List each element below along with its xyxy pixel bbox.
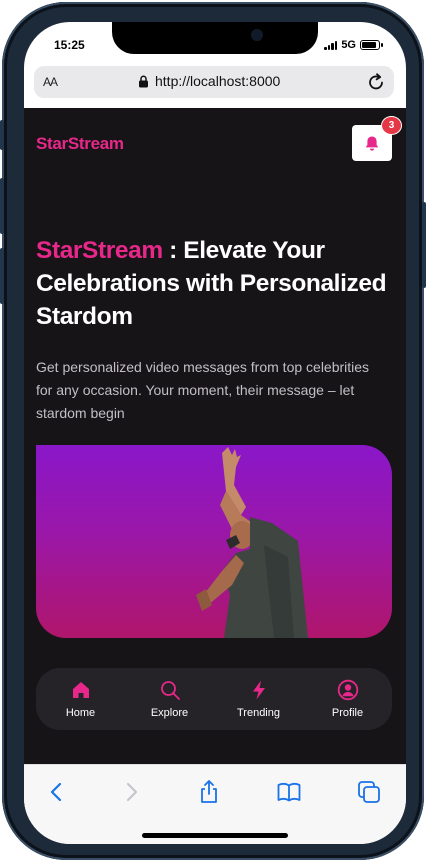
- headline-brand: StarStream: [36, 237, 163, 264]
- search-icon: [160, 681, 180, 700]
- nav-label-trending: Trending: [236, 707, 280, 719]
- web-content: StarStream 3 StarStream : Elevate Your C…: [24, 108, 406, 764]
- tabs-icon[interactable]: [356, 779, 382, 805]
- back-icon[interactable]: [44, 779, 70, 805]
- notification-badge: 3: [381, 116, 402, 135]
- hero-description: Get personalized video messages from top…: [36, 359, 370, 421]
- signal-icon: [324, 40, 338, 50]
- camera: [251, 29, 263, 41]
- address-bar[interactable]: AA http://localhost:8000: [34, 66, 394, 98]
- nav-item-explore[interactable]: Explore: [130, 679, 210, 719]
- lightning-icon: [252, 680, 265, 700]
- url-display[interactable]: http://localhost:8000: [138, 73, 280, 89]
- bell-icon: [365, 136, 379, 151]
- screen: 15:25 5G AA http://localhost:8000 StarSt…: [24, 22, 406, 844]
- hero-image: [36, 445, 392, 638]
- nav-item-home[interactable]: Home: [41, 679, 121, 719]
- url-text: http://localhost:8000: [155, 73, 281, 89]
- browser-toolbar: [24, 764, 406, 844]
- phone-frame: 15:25 5G AA http://localhost:8000 StarSt…: [0, 2, 426, 860]
- notch: [112, 22, 318, 54]
- volume-down-button: [0, 248, 4, 304]
- forward-icon[interactable]: [118, 779, 144, 805]
- nav-label-explore: Explore: [150, 707, 189, 719]
- text-size-button[interactable]: AA: [43, 74, 58, 89]
- status-indicators: 5G: [324, 39, 383, 51]
- lock-icon: [139, 75, 148, 87]
- nav-label-home: Home: [65, 707, 96, 719]
- bookmarks-icon[interactable]: [276, 779, 302, 805]
- battery-icon: [360, 40, 383, 50]
- text-size-label: AA: [43, 75, 58, 89]
- power-button: [422, 202, 426, 288]
- brand-logo[interactable]: StarStream: [36, 134, 124, 154]
- network-type: 5G: [341, 39, 356, 51]
- user-circle-icon: [337, 679, 358, 701]
- celebrity-performer-image: [196, 447, 308, 638]
- home-icon: [72, 682, 89, 698]
- hero-headline: StarStream : Elevate Your Celebrations w…: [36, 234, 396, 333]
- home-indicator[interactable]: [142, 833, 288, 838]
- mute-switch: [0, 120, 4, 150]
- nav-label-profile: Profile: [331, 707, 364, 719]
- reload-icon[interactable]: [366, 72, 386, 92]
- nav-item-profile[interactable]: Profile: [308, 679, 388, 719]
- status-time: 15:25: [54, 38, 85, 52]
- bottom-navigation: Home Explore Trending Profile: [36, 668, 392, 730]
- share-icon[interactable]: [196, 779, 222, 805]
- nav-item-trending[interactable]: Trending: [219, 679, 299, 719]
- volume-up-button: [0, 178, 4, 234]
